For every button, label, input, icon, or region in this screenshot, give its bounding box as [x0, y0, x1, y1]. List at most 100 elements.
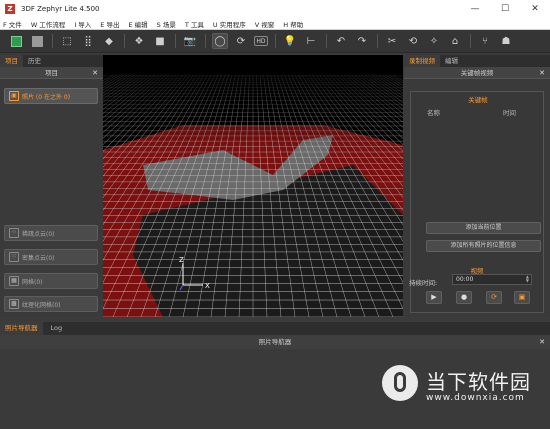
select-box-icon[interactable]: ⬚	[59, 33, 75, 49]
hd-icon[interactable]: HD	[254, 36, 268, 46]
mask-icon[interactable]: ☗	[498, 33, 514, 49]
window-title: 3DF Zephyr Lite 4.500	[21, 5, 100, 13]
column-name: 名称	[427, 109, 440, 117]
tab-history[interactable]: 历史	[23, 55, 46, 67]
camera-icon[interactable]: 📷	[182, 33, 198, 49]
menu-import[interactable]: I 导入	[74, 19, 91, 29]
watermark-logo	[382, 365, 418, 401]
menu-view[interactable]: V 视窗	[255, 19, 275, 29]
video-panel: 录制视频 编辑 关键帧视频 ✕ 关键帧 名称 时间 添加当前位置 添加所有照片的…	[404, 55, 550, 317]
toolbar-divider	[326, 34, 327, 48]
menu-workflow[interactable]: W 工作流程	[31, 19, 66, 29]
toolbar-divider	[205, 34, 206, 48]
close-button[interactable]: ✕	[520, 0, 550, 18]
tab-photo-navigator[interactable]: 照片导航器	[0, 322, 43, 335]
sparse-cloud-icon: ⁘	[9, 228, 19, 238]
rotate-icon[interactable]: ⟳	[233, 33, 249, 49]
dense-cloud-label: 密集点云(0)	[22, 254, 55, 262]
menu-file[interactable]: F 文件	[3, 19, 22, 29]
undo-icon[interactable]: ↶	[333, 33, 349, 49]
minimize-button[interactable]: —	[460, 0, 490, 18]
duration-label: 持续时间:	[409, 279, 438, 287]
spinner-icon[interactable]: ▲ ▼	[526, 275, 529, 283]
watermark: 当下软件园 www.downxia.com	[376, 357, 546, 417]
camera-icon: ▣	[9, 91, 19, 101]
textured-mesh-button[interactable]: ▩ 纹理化网格(0)	[4, 296, 98, 312]
mesh-button[interactable]: ▦ 网格(0)	[4, 273, 98, 289]
refresh-icon[interactable]: ⟲	[405, 33, 421, 49]
ruler-icon[interactable]: ⊢	[303, 33, 319, 49]
maximize-button[interactable]: ☐	[490, 0, 520, 18]
menu-edit[interactable]: E 编辑	[128, 19, 147, 29]
toolbar-divider	[175, 34, 176, 48]
record-button[interactable]: ●	[456, 291, 472, 304]
menu-export[interactable]: E 导出	[100, 19, 119, 29]
green-cube-icon[interactable]	[8, 33, 24, 49]
close-icon[interactable]: ✕	[92, 67, 98, 79]
orbit-icon[interactable]: ◯	[212, 33, 228, 49]
dense-cloud-button[interactable]: ⁙ 密集点云(0)	[4, 249, 98, 265]
photos-button-label: 照片 (0 在之外 0)	[22, 93, 71, 101]
lasso-icon[interactable]: ✂	[384, 33, 400, 49]
photos-button[interactable]: ▣ 照片 (0 在之外 0)	[4, 88, 98, 104]
sparse-cloud-button[interactable]: ⁘ 稀疏点云(0)	[4, 225, 98, 241]
photo-navigator-title: 照片导航器	[258, 338, 292, 346]
toolbar-divider	[275, 34, 276, 48]
watermark-url: www.downxia.com	[426, 393, 525, 403]
keyframes-title: 关键帧	[468, 96, 488, 104]
toolbar-divider	[470, 34, 471, 48]
duration-input[interactable]: 00:00 ▲ ▼	[452, 274, 532, 285]
menu-scene[interactable]: S 场景	[157, 19, 176, 29]
duration-value: 00:00	[456, 276, 474, 283]
mesh-label: 网格(0)	[22, 278, 43, 286]
redo-icon[interactable]: ↷	[354, 33, 370, 49]
toolbar-divider	[52, 34, 53, 48]
x-axis-label: X	[205, 282, 210, 290]
grid-canvas[interactable]: Z X	[103, 55, 403, 317]
play-button[interactable]: ▶	[426, 291, 442, 304]
export-video-button[interactable]: ▣	[514, 291, 530, 304]
project-panel: 项目 历史 项目 ✕ ▣ 照片 (0 在之外 0) ⁘ 稀疏点云(0) ⁙ 密集…	[0, 55, 103, 317]
loop-button[interactable]: ⟳	[486, 291, 502, 304]
video-panel-header: 关键帧视频 ✕	[404, 67, 550, 79]
menu-bar: F 文件 W 工作流程 I 导入 E 导出 E 编辑 S 场景 T 工具 U 实…	[0, 18, 550, 30]
light-bulb-icon[interactable]: 💡	[282, 33, 298, 49]
sparse-cloud-label: 稀疏点云(0)	[22, 230, 55, 238]
brush-icon[interactable]: ⑂	[477, 33, 493, 49]
textured-mesh-label: 纹理化网格(0)	[22, 301, 61, 309]
cube-icon[interactable]: ◆	[101, 33, 117, 49]
close-icon[interactable]: ✕	[539, 67, 545, 79]
dense-cloud-icon: ⁙	[9, 252, 19, 262]
main-toolbar: ⬚ ⣿ ◆ ❖ ■ 📷 ◯ ⟳ HD 💡 ⊢ ↶ ↷ ✂ ⟲ ✧ ⌂ ⑂ ☗	[0, 30, 550, 53]
close-icon[interactable]: ✕	[539, 335, 545, 349]
point-cloud-icon[interactable]: ⣿	[80, 33, 96, 49]
menu-help[interactable]: H 帮助	[283, 19, 303, 29]
compass-icon[interactable]: ✧	[426, 33, 442, 49]
video-panel-title: 关键帧视频	[460, 69, 494, 77]
tab-project[interactable]: 项目	[0, 55, 23, 67]
tab-record-video[interactable]: 录制视频	[404, 55, 440, 67]
tab-log[interactable]: Log	[43, 322, 68, 335]
cubes-icon[interactable]: ❖	[131, 33, 147, 49]
project-panel-header: 项目 ✕	[0, 67, 103, 79]
title-bar: Z 3DF Zephyr Lite 4.500 — ☐ ✕	[0, 0, 550, 18]
menu-tools[interactable]: T 工具	[185, 19, 204, 29]
3d-viewport[interactable]: Z X	[103, 55, 403, 317]
measure-icon[interactable]: ⌂	[447, 33, 463, 49]
add-current-position-button[interactable]: 添加当前位置	[426, 222, 541, 234]
textured-mesh-icon: ▩	[9, 299, 19, 309]
column-time: 时间	[503, 109, 516, 117]
gray-cube-icon[interactable]	[29, 33, 45, 49]
toolbar-divider	[124, 34, 125, 48]
project-panel-title: 项目	[45, 69, 58, 77]
toolbar-divider	[377, 34, 378, 48]
z-axis-label: Z	[179, 256, 184, 264]
add-all-photo-positions-button[interactable]: 添加所有照片的位置信息	[426, 240, 541, 252]
solid-cube-icon[interactable]: ■	[152, 33, 168, 49]
photo-navigator-header: 照片导航器 ✕	[0, 335, 550, 349]
watermark-brand: 当下软件园	[426, 370, 531, 394]
app-logo: Z	[5, 4, 15, 14]
mesh-icon: ▦	[9, 276, 19, 286]
tab-edit[interactable]: 编辑	[440, 55, 463, 67]
menu-utilities[interactable]: U 实用程序	[213, 19, 246, 29]
